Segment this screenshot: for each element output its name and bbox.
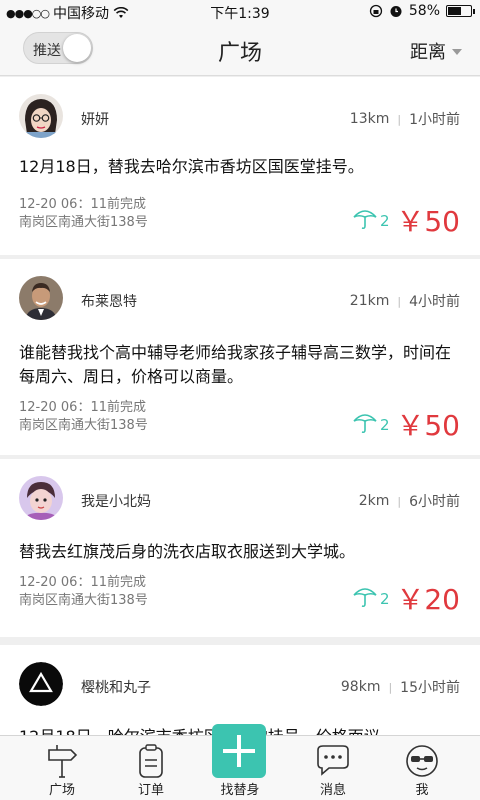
completion-deadline: 12-20 06：11前完成 [19, 197, 146, 212]
chat-bubble-icon [317, 745, 349, 776]
time-ago: 6小时前 [409, 494, 460, 510]
post-meta: 98km | 15小时前 [341, 677, 460, 697]
tab-plaza[interactable]: 广场 [14, 736, 110, 800]
umbrella-icon [353, 210, 377, 230]
tab-messages[interactable]: 消息 [285, 736, 381, 800]
post-content: 12月18日，替我去哈尔滨市香坊区国医堂挂号。 [19, 157, 364, 176]
tab-find-substitute[interactable]: 找替身 [192, 724, 288, 800]
alarm-icon [390, 6, 402, 17]
completion-deadline: 12-20 06：11前完成 [19, 575, 146, 590]
umbrella-counter[interactable]: 2 [352, 410, 390, 434]
umbrella-count: 2 [380, 590, 390, 608]
price: ￥50 [396, 409, 460, 442]
post-card[interactable]: 樱桃和丸子 98km | 15小时前 12月18日，哈尔滨市香坊区国医堂挂号，价… [0, 645, 480, 735]
post-meta: 21km | 4小时前 [350, 291, 460, 311]
poster-name: 樱桃和丸子 [81, 680, 151, 696]
avatar-girl-glasses-icon [19, 94, 63, 138]
battery-fill [448, 7, 461, 15]
avatar-child-icon [19, 476, 63, 520]
umbrella-count: 2 [380, 416, 390, 434]
tab-plaza-label: 广场 [48, 783, 75, 798]
time-ago: 4小时前 [409, 294, 460, 310]
distance: 2km [358, 493, 390, 509]
post-meta: 2km | 6小时前 [359, 491, 460, 511]
meta-separator: | [397, 112, 402, 126]
post-content: 替我去红旗茂后身的洗衣店取衣服送到大学城。 [19, 542, 356, 561]
battery-icon [446, 5, 475, 17]
battery-percent: 58% [408, 3, 440, 19]
meta-separator: | [397, 494, 402, 508]
post-meta: 13km | 1小时前 [350, 109, 460, 129]
profile-face-icon [406, 745, 438, 777]
umbrella-counter[interactable]: 2 [352, 584, 390, 608]
poster-name: 我是小北妈 [81, 494, 151, 510]
tab-me[interactable]: 我 [374, 736, 470, 800]
poster-name: 布莱恩特 [81, 294, 137, 310]
tab-find-label: 找替身 [220, 783, 260, 798]
umbrella-count: 2 [380, 212, 390, 230]
distance: 98km [340, 679, 381, 695]
post-address: 南岗区南通大街138号 [19, 418, 148, 433]
meta-separator: | [397, 294, 402, 308]
avatar[interactable] [19, 662, 63, 706]
nav-bar: 推送 广场 距离 [0, 24, 480, 76]
distance: 13km [349, 111, 390, 127]
post-card[interactable]: 我是小北妈 2km | 6小时前 替我去红旗茂后身的洗衣店取衣服送到大学城。 1… [0, 459, 480, 637]
umbrella-icon [353, 414, 377, 434]
poster-name: 妍妍 [81, 112, 109, 128]
sort-dropdown[interactable]: 距离 [410, 38, 462, 64]
time-ago: 1小时前 [409, 112, 460, 128]
completion-deadline: 12-20 06：11前完成 [19, 400, 146, 415]
lock-rotation-icon [369, 4, 383, 18]
tab-bar: 广场 订单 找替身 消息 我 [0, 724, 480, 800]
chevron-down-icon [452, 49, 462, 55]
avatar[interactable] [19, 94, 63, 138]
post-feed[interactable]: 妍妍 13km | 1小时前 12月18日，替我去哈尔滨市香坊区国医堂挂号。 1… [0, 77, 480, 735]
meta-separator: | [388, 680, 393, 694]
post-card[interactable]: 布莱恩特 21km | 4小时前 谁能替我找个高中辅导老师给我家孩子辅导高三数学… [0, 259, 480, 455]
add-icon[interactable] [212, 724, 266, 778]
time-ago: 15小时前 [400, 680, 460, 696]
tab-orders[interactable]: 订单 [103, 736, 199, 800]
tab-messages-label: 消息 [319, 783, 346, 798]
price: ￥50 [396, 205, 460, 238]
post-card[interactable]: 妍妍 13km | 1小时前 12月18日，替我去哈尔滨市香坊区国医堂挂号。 1… [0, 77, 480, 255]
tab-me-label: 我 [415, 783, 429, 798]
price: ￥20 [396, 583, 460, 616]
post-address: 南岗区南通大街138号 [19, 593, 148, 608]
signpost-icon [48, 745, 78, 778]
page-title: 广场 [217, 41, 262, 66]
avatar[interactable] [19, 276, 63, 320]
avatar-man-icon [19, 276, 63, 320]
umbrella-icon [353, 588, 377, 608]
post-address: 南岗区南通大街138号 [19, 215, 148, 230]
status-bar: ●●●○○ 中国移动 下午1:39 58% [0, 0, 480, 24]
umbrella-counter[interactable]: 2 [352, 206, 390, 230]
post-content: 谁能替我找个高中辅导老师给我家孩子辅导高三数学，时间在每周六、周日，价格可以商量… [19, 343, 452, 386]
clipboard-icon [139, 744, 163, 778]
avatar-triangle-logo-icon [19, 662, 63, 706]
distance: 21km [349, 293, 390, 309]
tab-orders-label: 订单 [137, 783, 164, 798]
avatar[interactable] [19, 476, 63, 520]
sort-label: 距离 [410, 42, 446, 63]
